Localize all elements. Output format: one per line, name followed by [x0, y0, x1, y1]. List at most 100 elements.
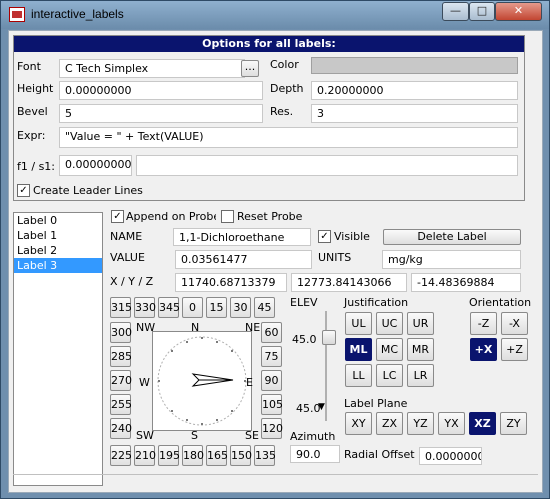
- client-area: Options for all labels: Font C Tech Simp…: [8, 30, 543, 493]
- window-title: interactive_labels: [31, 7, 124, 21]
- azimuth-button-255[interactable]: 255: [110, 394, 132, 415]
- list-item[interactable]: Label 0: [14, 213, 102, 228]
- label-plane-zy-button[interactable]: ZY: [500, 412, 527, 435]
- azimuth-label: Azimuth: [290, 430, 336, 443]
- res-field[interactable]: 3: [311, 104, 518, 123]
- z-field[interactable]: -14.48369884: [411, 273, 521, 292]
- azimuth-button-45[interactable]: 45: [254, 297, 275, 318]
- compass-e-label: E: [246, 376, 253, 389]
- justify-mc-button[interactable]: MC: [376, 338, 403, 361]
- list-item[interactable]: Label 3: [14, 258, 102, 273]
- radial-offset-field[interactable]: 0.0000000: [419, 447, 482, 465]
- azimuth-button-60[interactable]: 60: [261, 322, 282, 343]
- x-field[interactable]: 11740.68713379: [175, 273, 287, 292]
- label-plane-yx-button[interactable]: YX: [438, 412, 465, 435]
- azimuth-button-180[interactable]: 180: [182, 445, 204, 466]
- leader-lines-checkbox[interactable]: ✓: [17, 184, 30, 197]
- justify-uc-button[interactable]: UC: [376, 312, 403, 335]
- azimuth-button-0[interactable]: 0: [182, 297, 203, 318]
- f1-field[interactable]: 0.00000000: [59, 155, 132, 176]
- orientation-label: Orientation: [469, 296, 532, 309]
- height-label: Height: [17, 82, 54, 95]
- justify-lc-button[interactable]: LC: [376, 364, 403, 387]
- expr-field[interactable]: "Value = " + Text(VALUE): [59, 127, 518, 148]
- leader-lines-label: Create Leader Lines: [33, 184, 143, 197]
- azimuth-button-345[interactable]: 345: [158, 297, 180, 318]
- azimuth-button-30[interactable]: 30: [230, 297, 251, 318]
- orientation-minus-z-button[interactable]: -Z: [470, 312, 497, 335]
- elev-slider-thumb[interactable]: [322, 330, 336, 345]
- font-field[interactable]: C Tech Simplex: [59, 59, 245, 78]
- value-label: VALUE: [110, 251, 145, 264]
- azimuth-button-165[interactable]: 165: [206, 445, 228, 466]
- azimuth-button-135[interactable]: 135: [254, 445, 276, 466]
- azimuth-button-120[interactable]: 120: [261, 418, 283, 439]
- minimize-button[interactable]: —: [442, 2, 469, 21]
- label-plane-xz-button[interactable]: XZ: [469, 412, 496, 435]
- font-browse-button[interactable]: ...: [241, 60, 259, 77]
- azimuth-button-90[interactable]: 90: [261, 370, 282, 391]
- y-field[interactable]: 12773.84143066: [291, 273, 407, 292]
- justify-ur-button[interactable]: UR: [407, 312, 434, 335]
- azimuth-button-225[interactable]: 225: [110, 445, 132, 466]
- append-probe-label: Append on Probe: [126, 210, 216, 223]
- azimuth-button-150[interactable]: 150: [230, 445, 252, 466]
- maximize-button[interactable]: □: [469, 2, 495, 21]
- elev-down-icon[interactable]: ▼: [318, 402, 325, 412]
- s1-field[interactable]: [136, 155, 518, 176]
- orientation-minus-x-button[interactable]: -X: [501, 312, 528, 335]
- color-swatch[interactable]: [311, 57, 518, 74]
- orientation-plusminus-z-button[interactable]: +Z: [501, 338, 528, 361]
- height-field[interactable]: 0.00000000: [59, 81, 263, 100]
- justify-ul-button[interactable]: UL: [345, 312, 372, 335]
- bevel-label: Bevel: [17, 105, 48, 118]
- compass-se-label: SE: [245, 429, 259, 442]
- app-icon: [9, 7, 25, 22]
- list-item[interactable]: Label 1: [14, 228, 102, 243]
- azimuth-button-240[interactable]: 240: [110, 418, 132, 439]
- font-label: Font: [17, 60, 41, 73]
- elev-slider-track[interactable]: [325, 311, 327, 421]
- xyz-label: X / Y / Z: [110, 275, 154, 288]
- azimuth-button-195[interactable]: 195: [158, 445, 180, 466]
- justify-ml-button[interactable]: ML: [345, 338, 372, 361]
- compass-graphic: [157, 336, 247, 426]
- label-plane-xy-button[interactable]: XY: [345, 412, 372, 435]
- justify-mr-button[interactable]: MR: [407, 338, 434, 361]
- f1-label: f1 / s1:: [17, 160, 56, 173]
- compass-s-label: S: [191, 429, 198, 442]
- compass-n-label: N: [191, 321, 200, 334]
- azimuth-button-270[interactable]: 270: [110, 370, 132, 391]
- elev-bottom-value: 45.0: [296, 402, 321, 415]
- azimuth-button-105[interactable]: 105: [261, 394, 283, 415]
- compass-dial[interactable]: [152, 331, 252, 431]
- azimuth-button-285[interactable]: 285: [110, 346, 132, 367]
- azimuth-field[interactable]: 90.0: [290, 445, 340, 463]
- color-label: Color: [270, 58, 299, 71]
- azimuth-button-330[interactable]: 330: [134, 297, 156, 318]
- azimuth-button-75[interactable]: 75: [261, 346, 282, 367]
- azimuth-button-315[interactable]: 315: [110, 297, 132, 318]
- label-plane-yz-button[interactable]: YZ: [407, 412, 434, 435]
- visible-checkbox[interactable]: ✓: [318, 230, 331, 243]
- justify-ll-button[interactable]: LL: [345, 364, 372, 387]
- azimuth-button-300[interactable]: 300: [110, 322, 132, 343]
- list-item[interactable]: Label 2: [14, 243, 102, 258]
- value-field[interactable]: 0.03561477: [175, 250, 312, 269]
- depth-field[interactable]: 0.20000000: [311, 81, 518, 100]
- delete-label-button[interactable]: Delete Label: [383, 229, 521, 245]
- azimuth-button-15[interactable]: 15: [206, 297, 227, 318]
- labels-list[interactable]: Label 0 Label 1 Label 2 Label 3: [13, 212, 103, 486]
- label-plane-zx-button[interactable]: ZX: [376, 412, 403, 435]
- close-button[interactable]: ✕: [495, 2, 542, 21]
- bevel-field[interactable]: 5: [59, 104, 263, 123]
- azimuth-button-210[interactable]: 210: [134, 445, 156, 466]
- title-bar[interactable]: interactive_labels — □ ✕: [1, 1, 549, 29]
- reset-probe-checkbox[interactable]: [221, 210, 234, 223]
- append-probe-checkbox[interactable]: ✓: [111, 210, 124, 223]
- orientation-plusminus-x-button[interactable]: +X: [470, 338, 497, 361]
- res-label: Res.: [270, 105, 294, 118]
- units-field[interactable]: mg/kg: [382, 250, 521, 269]
- name-field[interactable]: 1,1-Dichloroethane: [173, 228, 311, 246]
- justify-lr-button[interactable]: LR: [407, 364, 434, 387]
